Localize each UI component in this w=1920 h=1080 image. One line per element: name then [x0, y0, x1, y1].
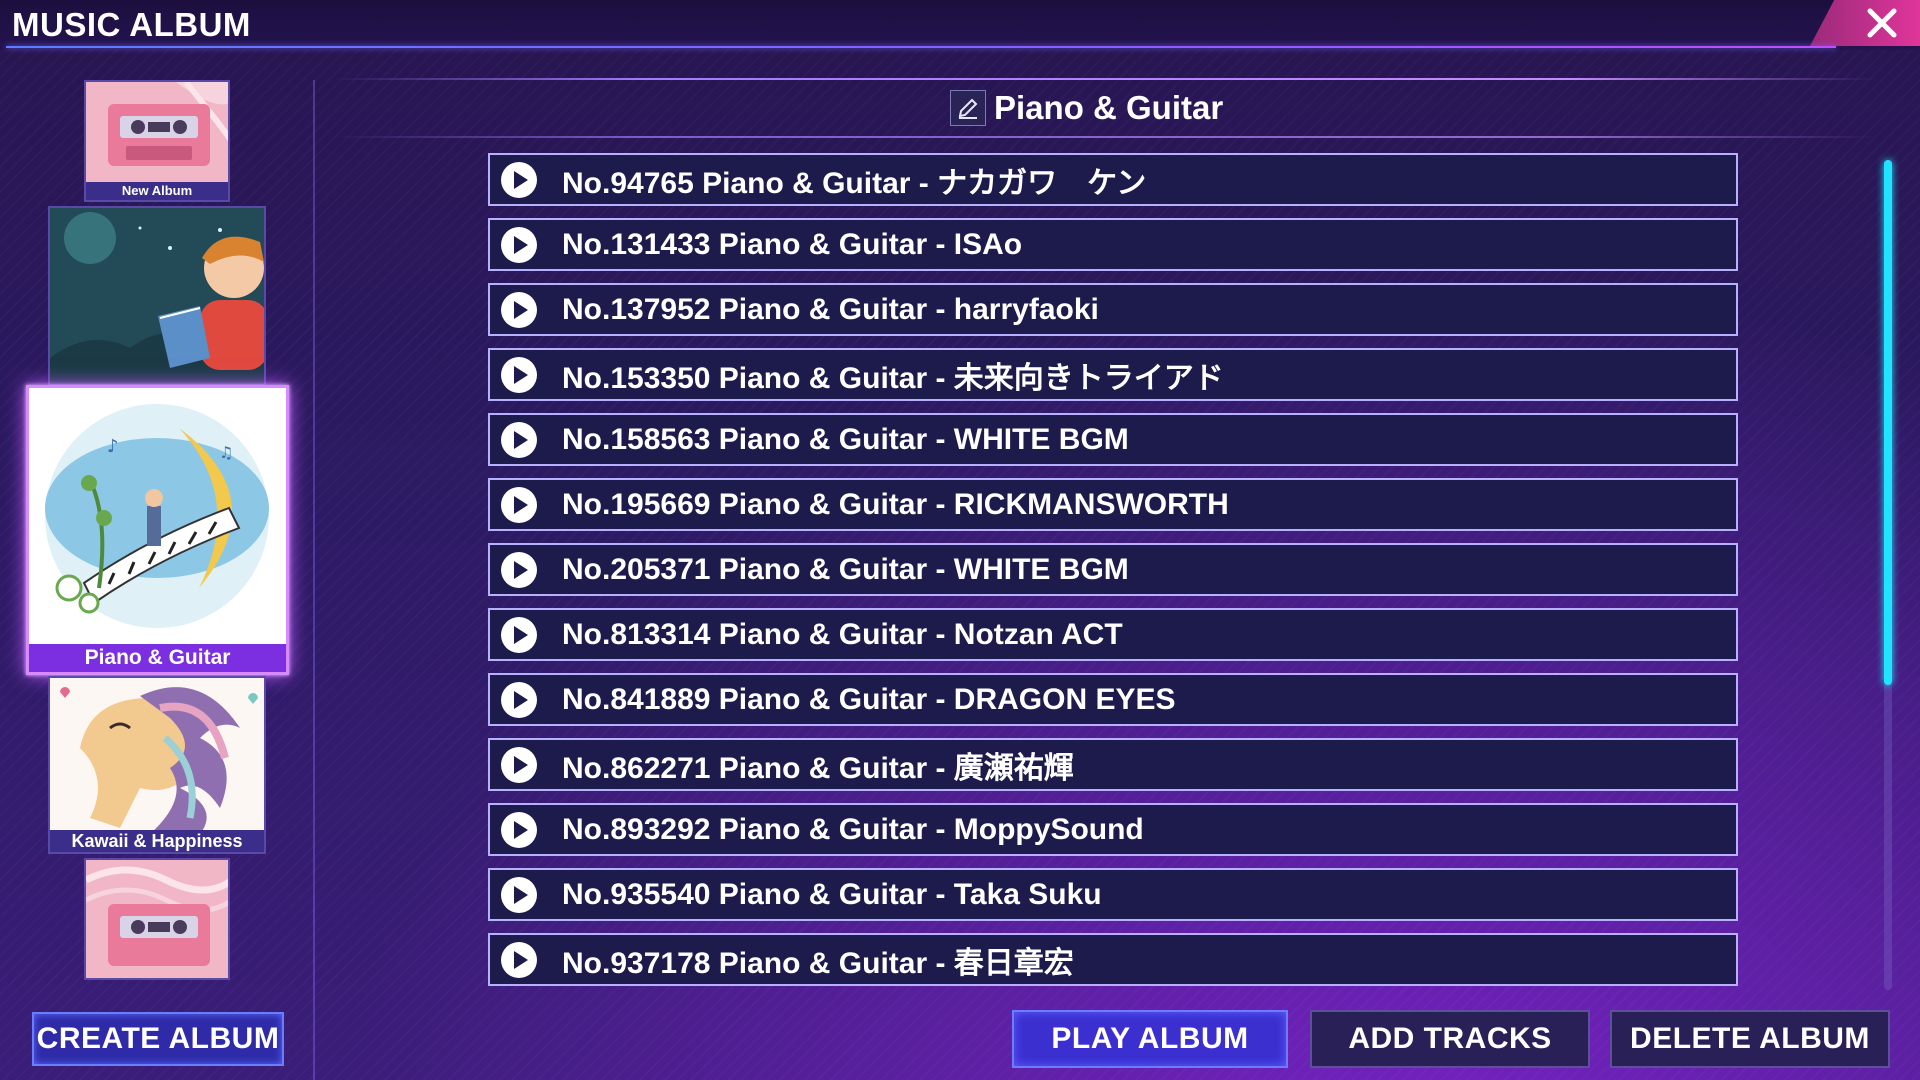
play-icon[interactable] [500, 161, 538, 199]
play-icon[interactable] [500, 551, 538, 589]
play-icon[interactable] [500, 811, 538, 849]
unicorn-cover-art [50, 678, 264, 830]
pencil-icon [958, 98, 978, 119]
track-title: No.937178 Piano & Guitar - 春日章宏 [562, 946, 1074, 980]
track-title: No.131433 Piano & Guitar - ISAo [562, 227, 1023, 261]
play-icon[interactable] [500, 681, 538, 719]
track-title: No.205371 Piano & Guitar - WHITE BGM [562, 552, 1129, 586]
svg-text:♫: ♫ [219, 443, 233, 462]
album-label: Piano & Guitar [29, 644, 286, 672]
track-title: No.893292 Piano & Guitar - MoppySound [562, 812, 1144, 846]
album-card-reading[interactable] [48, 206, 266, 386]
play-icon[interactable] [500, 421, 538, 459]
track-row[interactable]: No.131433 Piano & Guitar - ISAo [488, 218, 1738, 271]
cassette-cover-art [86, 860, 228, 978]
track-row[interactable]: No.893292 Piano & Guitar - MoppySound [488, 803, 1738, 856]
track-row[interactable]: No.935540 Piano & Guitar - Taka Suku [488, 868, 1738, 921]
track-row[interactable]: No.205371 Piano & Guitar - WHITE BGM [488, 543, 1738, 596]
track-row[interactable]: No.195669 Piano & Guitar - RICKMANSWORTH [488, 478, 1738, 531]
track-title: No.195669 Piano & Guitar - RICKMANSWORTH [562, 487, 1229, 521]
track-title: No.862271 Piano & Guitar - 廣瀬祐輝 [562, 751, 1074, 785]
piano-moon-cover-art: ♪ ♫ [29, 388, 286, 644]
delete-album-button[interactable]: DELETE ALBUM [1610, 1010, 1890, 1068]
track-row[interactable]: No.137952 Piano & Guitar - harryfaoki [488, 283, 1738, 336]
track-row[interactable]: No.153350 Piano & Guitar - 未来向きトライアド [488, 348, 1738, 401]
track-title: No.841889 Piano & Guitar - DRAGON EYES [562, 682, 1176, 716]
track-row[interactable]: No.862271 Piano & Guitar - 廣瀬祐輝 [488, 738, 1738, 791]
play-icon[interactable] [500, 941, 538, 979]
album-heading: Piano & Guitar [950, 88, 1223, 128]
close-icon [1867, 8, 1897, 38]
add-tracks-button[interactable]: ADD TRACKS [1310, 1010, 1590, 1068]
app-title: MUSIC ALBUM [12, 6, 251, 43]
create-album-button[interactable]: CREATE ALBUM [32, 1012, 284, 1066]
track-title: No.813314 Piano & Guitar - Notzan ACT [562, 617, 1123, 651]
panel-header-divider [335, 136, 1875, 138]
play-icon[interactable] [500, 616, 538, 654]
track-row[interactable]: No.937178 Piano & Guitar - 春日章宏 [488, 933, 1738, 986]
track-title: No.935540 Piano & Guitar - Taka Suku [562, 877, 1102, 911]
close-button[interactable] [1810, 0, 1920, 46]
play-icon[interactable] [500, 876, 538, 914]
track-row[interactable]: No.841889 Piano & Guitar - DRAGON EYES [488, 673, 1738, 726]
title-bar: MUSIC ALBUM [0, 0, 1920, 50]
panel-top-divider [335, 78, 1875, 80]
track-list: No.94765 Piano & Guitar - ナカガワ ケン No.131… [488, 153, 1738, 998]
svg-text:♪: ♪ [107, 436, 119, 457]
track-row[interactable]: No.158563 Piano & Guitar - WHITE BGM [488, 413, 1738, 466]
header-divider [6, 46, 1836, 48]
edit-title-button[interactable] [950, 90, 986, 126]
album-card-new-album[interactable]: New Album [84, 80, 230, 202]
play-icon[interactable] [500, 486, 538, 524]
play-icon[interactable] [500, 226, 538, 264]
play-album-button[interactable]: PLAY ALBUM [1012, 1010, 1288, 1068]
reading-boy-cover-art [50, 208, 264, 384]
album-card-kawaii-happiness[interactable]: Kawaii & Happiness [48, 676, 266, 854]
album-label: New Album [86, 182, 228, 200]
track-title: No.137952 Piano & Guitar - harryfaoki [562, 292, 1099, 326]
album-card-cassette[interactable] [84, 858, 230, 980]
play-icon[interactable] [500, 291, 538, 329]
play-icon[interactable] [500, 356, 538, 394]
track-row[interactable]: No.94765 Piano & Guitar - ナカガワ ケン [488, 153, 1738, 206]
track-title: No.158563 Piano & Guitar - WHITE BGM [562, 422, 1129, 456]
album-label: Kawaii & Happiness [50, 830, 264, 852]
cassette-cover-art [86, 82, 228, 182]
album-title: Piano & Guitar [994, 89, 1224, 126]
album-card-piano-guitar[interactable]: ♪ ♫ Piano & Guitar [26, 385, 289, 675]
track-title: No.153350 Piano & Guitar - 未来向きトライアド [562, 361, 1224, 395]
play-icon[interactable] [500, 746, 538, 784]
sidebar-divider [313, 80, 315, 1080]
track-row[interactable]: No.813314 Piano & Guitar - Notzan ACT [488, 608, 1738, 661]
track-title: No.94765 Piano & Guitar - ナカガワ ケン [562, 166, 1147, 200]
scrollbar-thumb[interactable] [1884, 160, 1892, 685]
